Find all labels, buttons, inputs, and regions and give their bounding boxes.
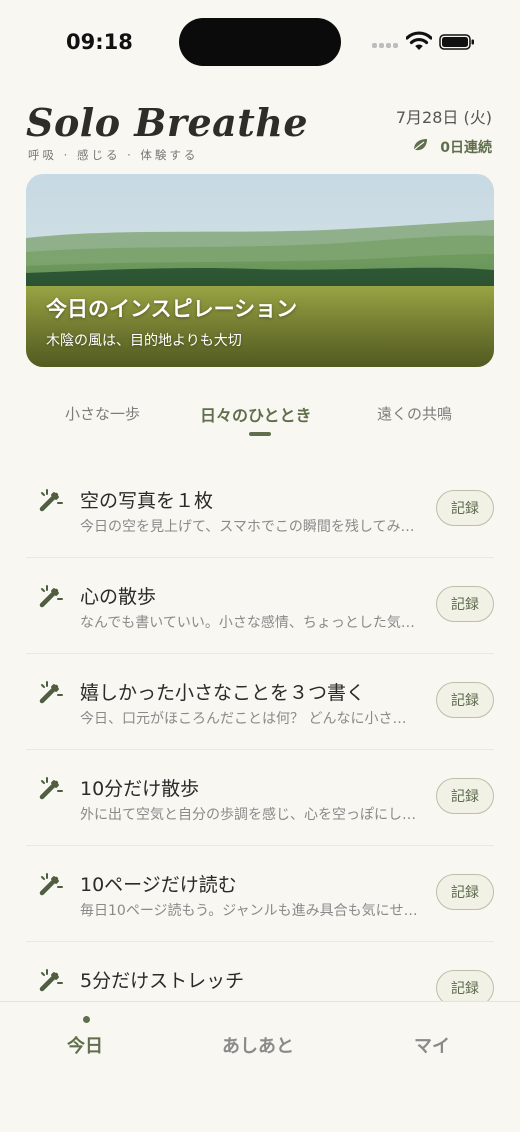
item-description: なんでも書いていい。小さな感情、ちょっとした気づきでも。 xyxy=(80,615,420,631)
nav-my[interactable]: マイ xyxy=(414,1032,450,1058)
record-button[interactable]: 記録 xyxy=(436,490,494,526)
magic-wand-icon xyxy=(34,775,64,805)
nav-today[interactable]: 今日 xyxy=(67,1032,103,1058)
item-description: 毎日10ページ読もう。ジャンルも進み具合も気にせずに。 xyxy=(80,903,420,919)
list-item[interactable]: 10ページだけ読む 毎日10ページ読もう。ジャンルも進み具合も気にせずに。 記録 xyxy=(26,845,494,942)
tab-small-step[interactable]: 小さな一歩 xyxy=(65,403,140,424)
list-item[interactable]: 空の写真を１枚 今日の空を見上げて、スマホでこの瞬間を残してみよう。 記録 xyxy=(26,461,494,558)
list-item[interactable]: 心の散歩 なんでも書いていい。小さな感情、ちょっとした気づきでも。 記録 xyxy=(26,557,494,654)
date-label: 7月28日 (火) xyxy=(395,108,492,127)
magic-wand-icon xyxy=(34,583,64,613)
magic-wand-icon xyxy=(34,871,64,901)
magic-wand-icon xyxy=(34,487,64,517)
streak-count: 0日連続 xyxy=(440,140,492,156)
category-tabs: 小さな一歩 日々のひととき 遠くの共鳴 xyxy=(0,394,520,440)
hero-title: 今日のインスピレーション xyxy=(46,297,298,321)
item-description: 外に出て空気と自分の歩調を感じ、心を空っぽにしよう。 xyxy=(80,807,420,823)
app-subtitle: 呼吸 · 感じる · 体験する xyxy=(28,148,199,162)
tab-daily-moments[interactable]: 日々のひととき xyxy=(200,402,312,426)
magic-wand-icon xyxy=(34,967,64,997)
streak-badge: 0日連続 xyxy=(412,137,492,157)
list-item[interactable]: 嬉しかった小さなことを３つ書く 今日、口元がほころんだことは何？ どんなに小さく… xyxy=(26,653,494,750)
record-button[interactable]: 記録 xyxy=(436,778,494,814)
app-title: Solo Breathe xyxy=(26,100,309,145)
item-title: 空の写真を１枚 xyxy=(80,490,214,512)
wifi-icon xyxy=(405,31,433,51)
item-title: 10ページだけ読む xyxy=(80,874,237,896)
item-title: 嬉しかった小さなことを３つ書く xyxy=(80,682,366,704)
status-bar: 09:18 xyxy=(0,0,520,86)
dynamic-island xyxy=(179,18,341,66)
record-button[interactable]: 記録 xyxy=(436,586,494,622)
activity-list: 空の写真を１枚 今日の空を見上げて、スマホでこの瞬間を残してみよう。 記録 心の… xyxy=(0,461,520,1001)
cellular-signal-icon xyxy=(372,40,400,50)
record-button[interactable]: 記録 xyxy=(436,874,494,910)
item-title: 5分だけストレッチ xyxy=(80,970,245,992)
active-nav-dot xyxy=(83,1016,90,1023)
record-button[interactable]: 記録 xyxy=(436,682,494,718)
battery-icon xyxy=(439,34,475,50)
item-description: 今日の空を見上げて、スマホでこの瞬間を残してみよう。 xyxy=(80,519,420,535)
status-time: 09:18 xyxy=(66,30,133,54)
magic-wand-icon xyxy=(34,679,64,709)
inspiration-card[interactable]: 今日のインスピレーション 木陰の風は、目的地よりも大切 xyxy=(26,174,494,367)
item-title: 10分だけ散歩 xyxy=(80,778,200,800)
bottom-nav: 今日 あしあと マイ xyxy=(0,1001,520,1132)
leaf-icon xyxy=(412,138,428,156)
record-button[interactable]: 記録 xyxy=(436,970,494,1001)
active-tab-indicator xyxy=(249,432,271,436)
nav-footprints[interactable]: あしあと xyxy=(222,1032,294,1058)
item-description: 今日、口元がほころんだことは何？ どんなに小さくても。 xyxy=(80,711,420,727)
item-title: 心の散歩 xyxy=(80,586,157,608)
hero-subtitle: 木陰の風は、目的地よりも大切 xyxy=(46,333,242,349)
tab-distant-resonance[interactable]: 遠くの共鳴 xyxy=(377,403,452,424)
list-item[interactable]: 5分だけストレッチ 記録 xyxy=(26,941,494,1001)
list-item[interactable]: 10分だけ散歩 外に出て空気と自分の歩調を感じ、心を空っぽにしよう。 記録 xyxy=(26,749,494,846)
